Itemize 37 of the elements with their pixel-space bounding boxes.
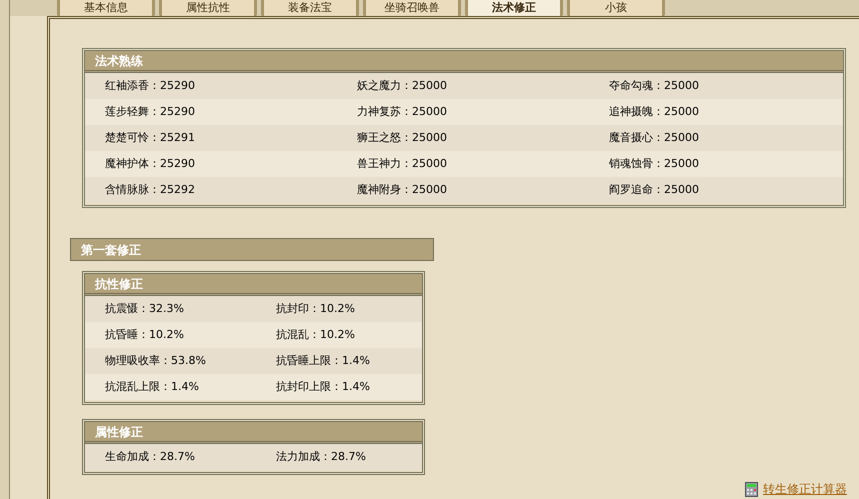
stat-value: 狮王之怒：25000 [356, 130, 448, 146]
stat-value: 夺命勾魂：25000 [608, 78, 700, 94]
stat-value: 莲步轻舞：25290 [104, 104, 196, 120]
stat-value: 含情脉脉：25292 [104, 182, 196, 198]
stat-value: 抗封印上限：1.4% [275, 378, 371, 395]
calculator-link[interactable]: 转生修正计算器 [763, 480, 847, 498]
stat-value: 销魂蚀骨：25000 [608, 156, 700, 172]
tab[interactable]: 坐骑召唤兽 [363, 0, 461, 16]
tab[interactable]: 属性抗性 [159, 0, 257, 16]
stat-value: 生命加成：28.7% [104, 448, 196, 465]
panel-title: 抗性修正 [95, 276, 143, 292]
panel-title: 属性修正 [95, 424, 143, 440]
tab[interactable]: 基本信息 [57, 0, 155, 16]
stat-value: 魔神附身：25000 [356, 182, 448, 198]
stat-value: 抗昏睡上限：1.4% [275, 352, 371, 369]
stat-value: 兽王神力：25000 [356, 156, 448, 172]
tab[interactable]: 装备法宝 [261, 0, 359, 16]
tab[interactable]: 小孩 [567, 0, 665, 16]
stat-value: 物理吸收率：53.8% [104, 352, 207, 369]
stat-value: 抗震慑：32.3% [104, 300, 185, 317]
stat-value: 法力加成：28.7% [275, 448, 367, 465]
stat-value: 红袖添香：25290 [104, 78, 196, 94]
stat-value: 追神摄魄：25000 [608, 104, 700, 120]
section-title: 第一套修正 [81, 242, 141, 258]
stat-value: 抗昏睡：10.2% [104, 326, 185, 343]
stat-value: 魔音摄心：25000 [608, 130, 700, 146]
calculator-icon [745, 482, 758, 496]
stat-value: 抗混乱上限：1.4% [104, 378, 200, 395]
panel-title: 法术熟练 [95, 52, 143, 70]
stat-value: 力神复苏：25000 [356, 104, 448, 120]
tab[interactable]: 法术修正 [465, 0, 563, 16]
stat-value: 妖之魔力：25000 [356, 78, 448, 94]
stat-value: 阎罗追命：25000 [608, 182, 700, 198]
stat-value: 楚楚可怜：25291 [104, 130, 196, 146]
stat-value: 抗封印：10.2% [275, 300, 356, 317]
stat-value: 魔神护体：25290 [104, 156, 196, 172]
stat-value: 抗混乱：10.2% [275, 326, 356, 343]
